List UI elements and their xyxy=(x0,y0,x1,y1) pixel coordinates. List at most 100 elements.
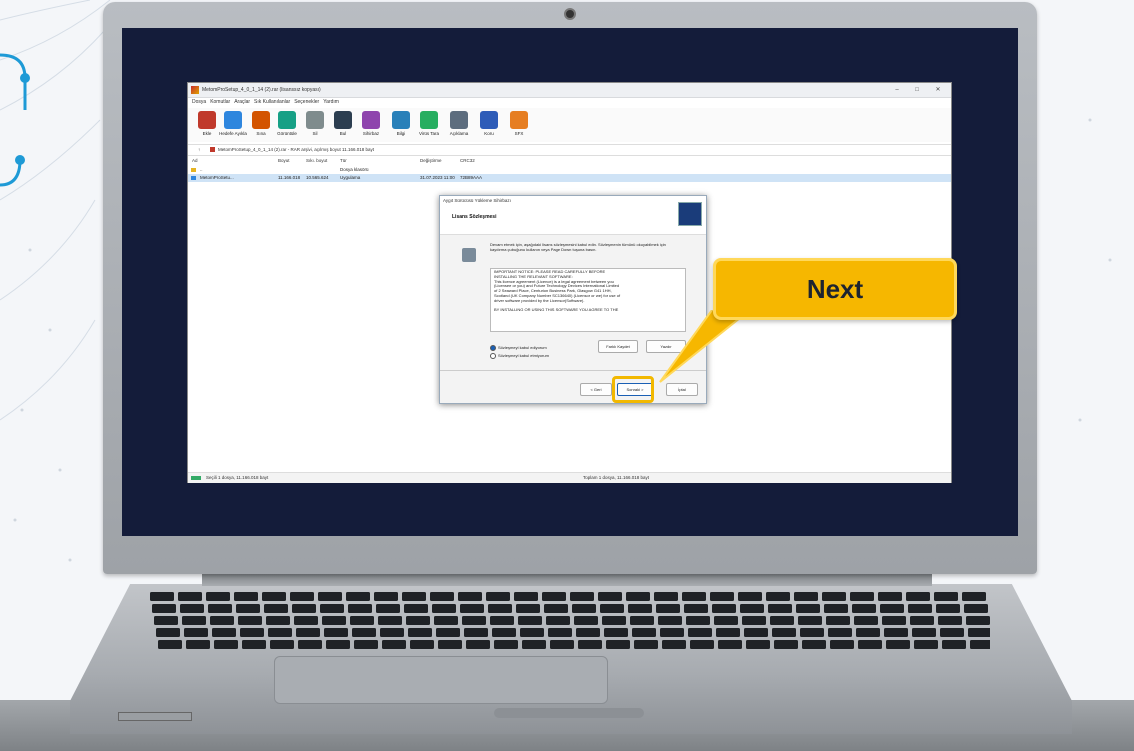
webcam-icon xyxy=(564,8,576,20)
keyboard-key xyxy=(738,592,762,601)
keyboard-key xyxy=(718,640,742,649)
keyboard-key xyxy=(572,604,596,613)
toolbar-button[interactable]: Bul xyxy=(328,108,358,142)
menu-item[interactable]: Sık Kullanılanlar xyxy=(254,99,290,105)
keyboard-key xyxy=(966,616,990,625)
toolbar-button[interactable]: SFX xyxy=(504,108,534,142)
keyboard-key xyxy=(828,628,852,637)
dialog-intro: Devam etmek için, aşağıdaki lisans sözle… xyxy=(490,242,666,252)
keyboard-key xyxy=(802,640,826,649)
keyboard-key xyxy=(606,640,630,649)
menu-item[interactable]: Yardım xyxy=(323,99,339,105)
keyboard-key xyxy=(544,604,568,613)
decline-radio[interactable]: Sözleşmeyi kabul etmiyorum xyxy=(490,352,549,359)
keyboard-key xyxy=(604,628,628,637)
keyboard-key xyxy=(270,640,294,649)
table-row[interactable]: .. Dosya klasörü xyxy=(188,166,951,174)
next-button-highlight xyxy=(612,376,654,403)
toolbar-button[interactable]: Hedefe Ayıkla xyxy=(218,108,248,142)
column-header-cell[interactable]: CRC32 xyxy=(460,156,475,165)
keyboard-key xyxy=(354,640,378,649)
keyboard-key xyxy=(938,616,962,625)
keyboard-key xyxy=(430,592,454,601)
keyboard-key xyxy=(830,640,854,649)
column-header-cell[interactable]: Boyut xyxy=(278,156,290,165)
accept-radio-label: Sözleşmeyi kabul ediyorum xyxy=(498,345,547,350)
callout-text: Next xyxy=(806,274,864,304)
menu-item[interactable]: Araçlar xyxy=(234,99,250,105)
column-header-cell[interactable]: Tür xyxy=(340,156,347,165)
laptop-touchpad xyxy=(274,656,608,704)
connector-graphic xyxy=(0,53,27,187)
keyboard-key xyxy=(488,604,512,613)
radio-selected-icon xyxy=(490,344,496,351)
keyboard-key xyxy=(880,604,904,613)
column-header-cell[interactable]: Değiştirme xyxy=(420,156,442,165)
toolbar-button-label: Ekle xyxy=(202,131,212,136)
toolbar-button-label: Virüs Tara xyxy=(418,131,440,136)
keyboard-key xyxy=(964,604,988,613)
toolbar-button[interactable]: Koru xyxy=(474,108,504,142)
toolbar-button[interactable]: Sihirbaz xyxy=(356,108,386,142)
close-icon[interactable]: ✕ xyxy=(929,83,947,97)
table-cell: 10.565.624 xyxy=(306,175,329,180)
keyboard-key xyxy=(206,592,230,601)
toolbar-button[interactable]: Virüs Tara xyxy=(414,108,444,142)
keyboard-key xyxy=(798,616,822,625)
column-header-cell[interactable]: Ad xyxy=(192,156,198,165)
find-icon xyxy=(334,111,352,129)
toolbar-button[interactable]: Sil xyxy=(300,108,330,142)
keyboard-key xyxy=(766,592,790,601)
toolbar-button-label: Bilgi xyxy=(396,131,406,136)
status-left: Seçili 1 dosya, 11.166.018 bayt xyxy=(206,475,269,480)
keyboard-key xyxy=(852,604,876,613)
back-button[interactable]: < Geri xyxy=(580,383,612,396)
menu-item[interactable]: Dosya xyxy=(192,99,206,105)
toolbar-button[interactable]: Bilgi xyxy=(386,108,416,142)
laptop-card-slot xyxy=(118,712,192,721)
keyboard-key xyxy=(740,604,764,613)
up-arrow-icon[interactable]: ↑ xyxy=(198,145,200,155)
keyboard-key xyxy=(154,616,178,625)
toolbar-button-label: Bul xyxy=(339,131,347,136)
keyboard-key xyxy=(236,604,260,613)
laptop-keyboard xyxy=(150,592,990,649)
toolbar-button-label: Sına xyxy=(256,131,266,136)
keyboard-key xyxy=(460,604,484,613)
keyboard-key xyxy=(516,604,540,613)
toolbar-button[interactable]: Görüntüle xyxy=(272,108,302,142)
accept-radio[interactable]: Sözleşmeyi kabul ediyorum xyxy=(490,344,547,351)
table-cell: .. xyxy=(200,167,203,172)
toolbar-button[interactable]: Açıklama xyxy=(444,108,474,142)
keyboard-key xyxy=(598,592,622,601)
keyboard-key xyxy=(962,592,986,601)
keyboard-key xyxy=(324,628,348,637)
menu-item[interactable]: Komutlar xyxy=(210,99,230,105)
keyboard-key xyxy=(242,640,266,649)
keyboard-key xyxy=(152,604,176,613)
minimize-icon[interactable]: – xyxy=(888,83,906,97)
keyboard-key xyxy=(294,616,318,625)
maximize-icon[interactable]: □ xyxy=(908,83,926,97)
keyboard-key xyxy=(520,628,544,637)
address-bar[interactable]: ↑ MetomProSetup_4_0_1_14 (2).rar - RAR a… xyxy=(188,144,951,156)
keyboard-key xyxy=(910,616,934,625)
keyboard-key xyxy=(490,616,514,625)
keyboard-key xyxy=(768,604,792,613)
table-cell: Dosya klasörü xyxy=(340,167,369,172)
keyboard-key xyxy=(322,616,346,625)
keyboard-key xyxy=(774,640,798,649)
column-header-cell[interactable]: Sıkı. boyut xyxy=(306,156,327,165)
save-as-button[interactable]: Farklı Kaydet xyxy=(598,340,638,353)
dialog-title-bar: Aygıt Sürücüsü Yükleme Sihirbazı xyxy=(440,196,706,206)
keyboard-key xyxy=(318,592,342,601)
info-icon xyxy=(392,111,410,129)
add-archive-icon xyxy=(198,111,216,129)
table-row[interactable]: MetomProSetu... 11.166.018 10.565.624 Uygul… xyxy=(188,174,951,182)
menu-item[interactable]: Seçenekler xyxy=(294,99,319,105)
keyboard-key xyxy=(298,640,322,649)
keyboard-key xyxy=(542,592,566,601)
keyboard-key xyxy=(712,604,736,613)
toolbar-button-label: SFX xyxy=(514,131,524,136)
virus-scan-icon xyxy=(420,111,438,129)
